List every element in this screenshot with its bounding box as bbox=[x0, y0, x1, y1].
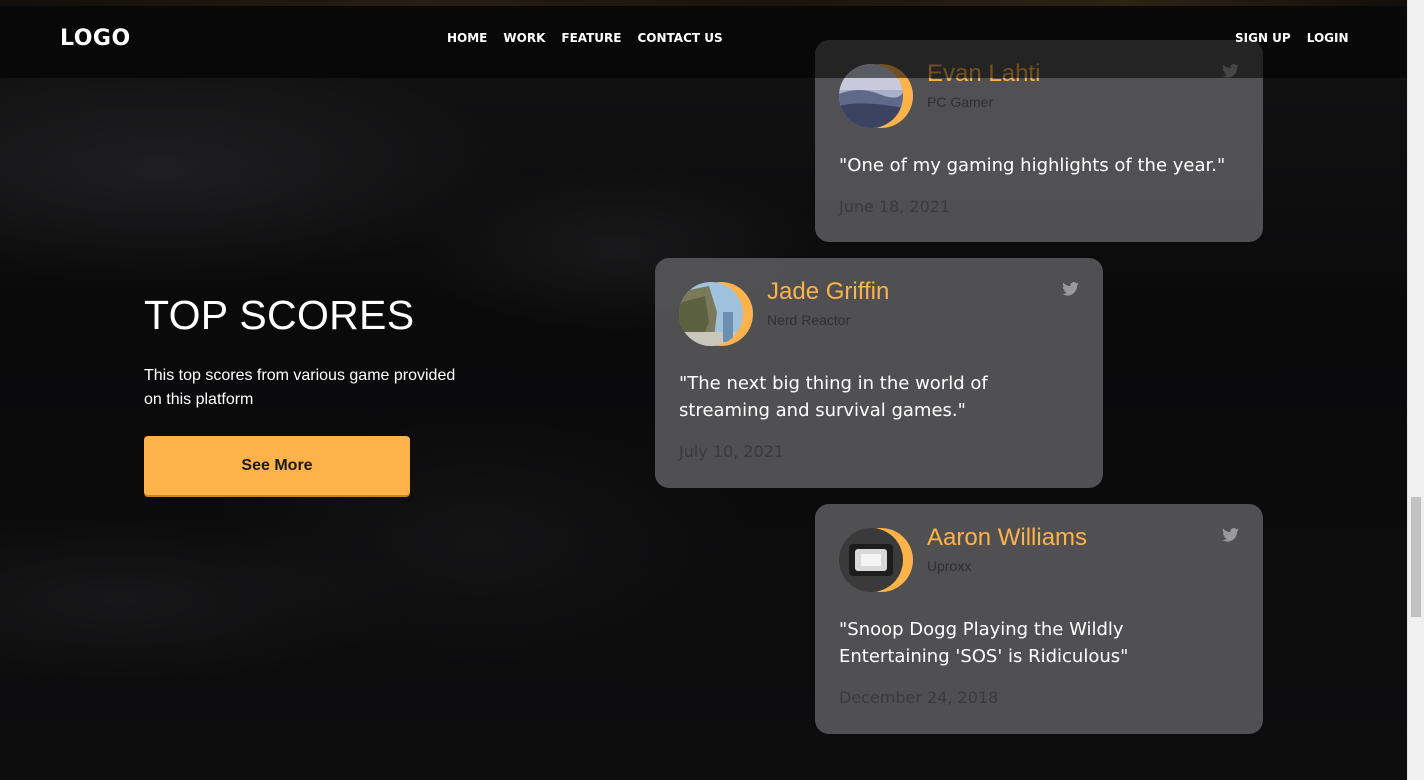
reviewer-photo bbox=[839, 528, 903, 592]
reviewer-name: Aaron Williams bbox=[927, 524, 1088, 551]
scrollbar[interactable] bbox=[1407, 0, 1424, 780]
review-card-aaron-williams: Aaron Williams Uproxx "Snoop Dogg Playin… bbox=[815, 504, 1263, 734]
nav-link-work[interactable]: WORK bbox=[503, 31, 545, 45]
login-link[interactable]: LOGIN bbox=[1307, 31, 1349, 45]
review-quote: "Snoop Dogg Playing the Wildly Entertain… bbox=[839, 619, 1129, 667]
review-date: December 24, 2018 bbox=[839, 688, 999, 707]
nav-link-contact-us[interactable]: CONTACT US bbox=[638, 31, 723, 45]
reviewer-outlet: Uproxx bbox=[927, 558, 972, 574]
reviewer-outlet: PC Gamer bbox=[927, 94, 994, 110]
auth-links: SIGN UP LOGIN bbox=[1235, 31, 1349, 45]
scrollbar-thumb[interactable] bbox=[1411, 497, 1421, 617]
logo[interactable]: LOGO bbox=[60, 26, 131, 51]
nav-link-feature[interactable]: FEATURE bbox=[561, 31, 621, 45]
reviewer-name: Jade Griffin bbox=[767, 278, 890, 305]
review-date: July 10, 2021 bbox=[679, 442, 785, 461]
nav-links: HOME WORK FEATURE CONTACT US bbox=[447, 31, 723, 45]
reviewer-outlet: Nerd Reactor bbox=[767, 312, 851, 328]
twitter-icon[interactable] bbox=[1062, 282, 1079, 296]
avatar bbox=[839, 528, 915, 592]
review-card-jade-griffin: Jade Griffin Nerd Reactor "The next big … bbox=[655, 258, 1103, 488]
review-quote: "One of my gaming highlights of the year… bbox=[839, 155, 1226, 176]
twitter-icon[interactable] bbox=[1222, 528, 1239, 542]
section-title: TOP SCORES bbox=[144, 292, 415, 338]
see-more-button[interactable]: See More bbox=[144, 436, 410, 495]
nav-link-home[interactable]: HOME bbox=[447, 31, 487, 45]
reviewer-photo bbox=[679, 282, 743, 346]
navbar: LOGO HOME WORK FEATURE CONTACT US SIGN U… bbox=[0, 0, 1407, 78]
review-quote: "The next big thing in the world of stre… bbox=[679, 373, 988, 421]
sign-up-link[interactable]: SIGN UP bbox=[1235, 31, 1291, 45]
review-date: June 18, 2021 bbox=[839, 197, 951, 216]
section-description: This top scores from various game provid… bbox=[144, 367, 456, 408]
avatar bbox=[679, 282, 755, 346]
